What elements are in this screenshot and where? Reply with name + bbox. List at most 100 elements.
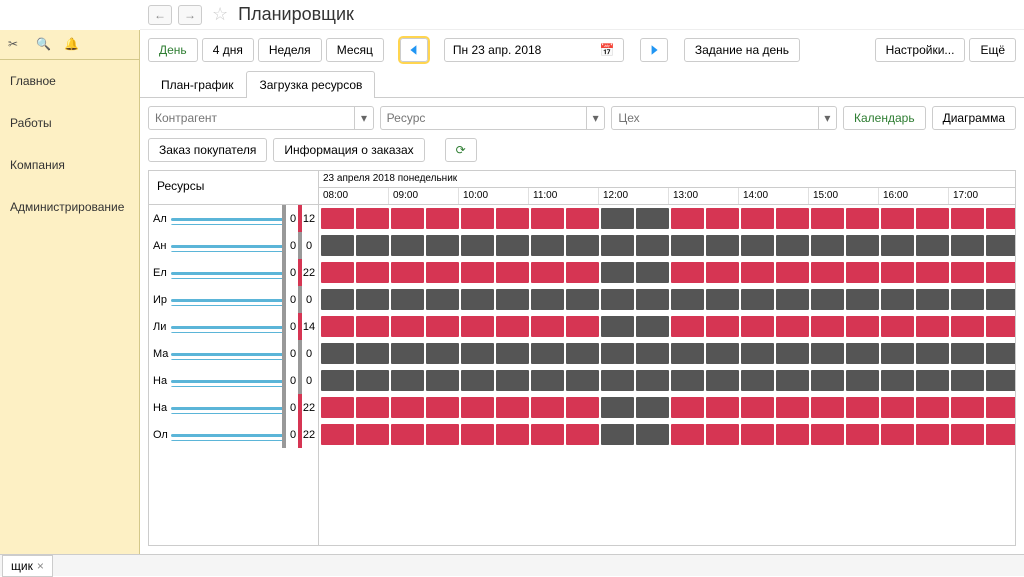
busy-cell[interactable] bbox=[811, 208, 844, 229]
free-cell[interactable] bbox=[916, 343, 949, 364]
busy-cell[interactable] bbox=[356, 208, 389, 229]
more-button[interactable]: Ещё bbox=[969, 38, 1016, 62]
free-cell[interactable] bbox=[916, 370, 949, 391]
free-cell[interactable] bbox=[951, 370, 984, 391]
busy-cell[interactable] bbox=[391, 397, 424, 418]
free-cell[interactable] bbox=[391, 343, 424, 364]
busy-cell[interactable] bbox=[566, 397, 599, 418]
busy-cell[interactable] bbox=[951, 262, 984, 283]
free-cell[interactable] bbox=[566, 370, 599, 391]
busy-cell[interactable] bbox=[461, 424, 494, 445]
free-cell[interactable] bbox=[391, 370, 424, 391]
busy-cell[interactable] bbox=[881, 262, 914, 283]
busy-cell[interactable] bbox=[916, 262, 949, 283]
dropdown-icon[interactable]: ▾ bbox=[818, 107, 836, 129]
busy-cell[interactable] bbox=[706, 397, 739, 418]
busy-cell[interactable] bbox=[986, 262, 1015, 283]
busy-cell[interactable] bbox=[356, 424, 389, 445]
busy-cell[interactable] bbox=[566, 262, 599, 283]
free-cell[interactable] bbox=[391, 235, 424, 256]
busy-cell[interactable] bbox=[776, 424, 809, 445]
free-cell[interactable] bbox=[601, 397, 634, 418]
order-info-button[interactable]: Информация о заказах bbox=[273, 138, 424, 162]
sidebar-item[interactable]: Компания bbox=[0, 144, 139, 186]
busy-cell[interactable] bbox=[706, 262, 739, 283]
resource-combo[interactable]: ▾ bbox=[380, 106, 606, 130]
sidebar-item[interactable]: Главное bbox=[0, 60, 139, 102]
busy-cell[interactable] bbox=[811, 397, 844, 418]
busy-cell[interactable] bbox=[706, 208, 739, 229]
free-cell[interactable] bbox=[636, 235, 669, 256]
busy-cell[interactable] bbox=[881, 208, 914, 229]
free-cell[interactable] bbox=[391, 289, 424, 310]
busy-cell[interactable] bbox=[776, 262, 809, 283]
customer-order-button[interactable]: Заказ покупателя bbox=[148, 138, 267, 162]
free-cell[interactable] bbox=[601, 289, 634, 310]
free-cell[interactable] bbox=[951, 343, 984, 364]
busy-cell[interactable] bbox=[881, 316, 914, 337]
busy-cell[interactable] bbox=[531, 424, 564, 445]
prev-day-button[interactable] bbox=[400, 38, 428, 62]
busy-cell[interactable] bbox=[566, 208, 599, 229]
free-cell[interactable] bbox=[601, 316, 634, 337]
free-cell[interactable] bbox=[636, 343, 669, 364]
free-cell[interactable] bbox=[881, 235, 914, 256]
free-cell[interactable] bbox=[601, 262, 634, 283]
busy-cell[interactable] bbox=[496, 397, 529, 418]
free-cell[interactable] bbox=[776, 289, 809, 310]
free-cell[interactable] bbox=[846, 343, 879, 364]
free-cell[interactable] bbox=[356, 370, 389, 391]
diagram-view-button[interactable]: Диаграмма bbox=[932, 106, 1016, 130]
dropdown-icon[interactable]: ▾ bbox=[586, 107, 604, 129]
resource-row[interactable]: Ма00 bbox=[149, 340, 318, 367]
busy-cell[interactable] bbox=[496, 262, 529, 283]
free-cell[interactable] bbox=[321, 289, 354, 310]
busy-cell[interactable] bbox=[461, 397, 494, 418]
free-cell[interactable] bbox=[601, 343, 634, 364]
busy-cell[interactable] bbox=[531, 208, 564, 229]
busy-cell[interactable] bbox=[391, 316, 424, 337]
counterparty-combo[interactable]: ▾ bbox=[148, 106, 374, 130]
free-cell[interactable] bbox=[776, 235, 809, 256]
busy-cell[interactable] bbox=[706, 316, 739, 337]
busy-cell[interactable] bbox=[426, 397, 459, 418]
free-cell[interactable] bbox=[986, 289, 1015, 310]
free-cell[interactable] bbox=[636, 397, 669, 418]
resource-row[interactable]: На022 bbox=[149, 394, 318, 421]
free-cell[interactable] bbox=[881, 343, 914, 364]
free-cell[interactable] bbox=[356, 343, 389, 364]
busy-cell[interactable] bbox=[566, 424, 599, 445]
task-for-day-button[interactable]: Задание на день bbox=[684, 38, 800, 62]
free-cell[interactable] bbox=[461, 289, 494, 310]
busy-cell[interactable] bbox=[986, 208, 1015, 229]
busy-cell[interactable] bbox=[916, 208, 949, 229]
free-cell[interactable] bbox=[566, 343, 599, 364]
busy-cell[interactable] bbox=[986, 316, 1015, 337]
free-cell[interactable] bbox=[321, 370, 354, 391]
busy-cell[interactable] bbox=[391, 262, 424, 283]
busy-cell[interactable] bbox=[671, 316, 704, 337]
free-cell[interactable] bbox=[531, 370, 564, 391]
close-icon[interactable]: × bbox=[37, 559, 44, 573]
free-cell[interactable] bbox=[706, 235, 739, 256]
free-cell[interactable] bbox=[846, 235, 879, 256]
free-cell[interactable] bbox=[531, 343, 564, 364]
busy-cell[interactable] bbox=[846, 397, 879, 418]
busy-cell[interactable] bbox=[916, 316, 949, 337]
free-cell[interactable] bbox=[636, 370, 669, 391]
free-cell[interactable] bbox=[321, 343, 354, 364]
busy-cell[interactable] bbox=[986, 424, 1015, 445]
free-cell[interactable] bbox=[426, 235, 459, 256]
resource-row[interactable]: Ел022 bbox=[149, 259, 318, 286]
busy-cell[interactable] bbox=[671, 424, 704, 445]
busy-cell[interactable] bbox=[461, 262, 494, 283]
busy-cell[interactable] bbox=[391, 208, 424, 229]
free-cell[interactable] bbox=[356, 289, 389, 310]
busy-cell[interactable] bbox=[846, 208, 879, 229]
busy-cell[interactable] bbox=[391, 424, 424, 445]
search-icon[interactable]: 🔍 bbox=[36, 37, 52, 53]
busy-cell[interactable] bbox=[776, 316, 809, 337]
free-cell[interactable] bbox=[846, 370, 879, 391]
free-cell[interactable] bbox=[426, 289, 459, 310]
busy-cell[interactable] bbox=[321, 397, 354, 418]
